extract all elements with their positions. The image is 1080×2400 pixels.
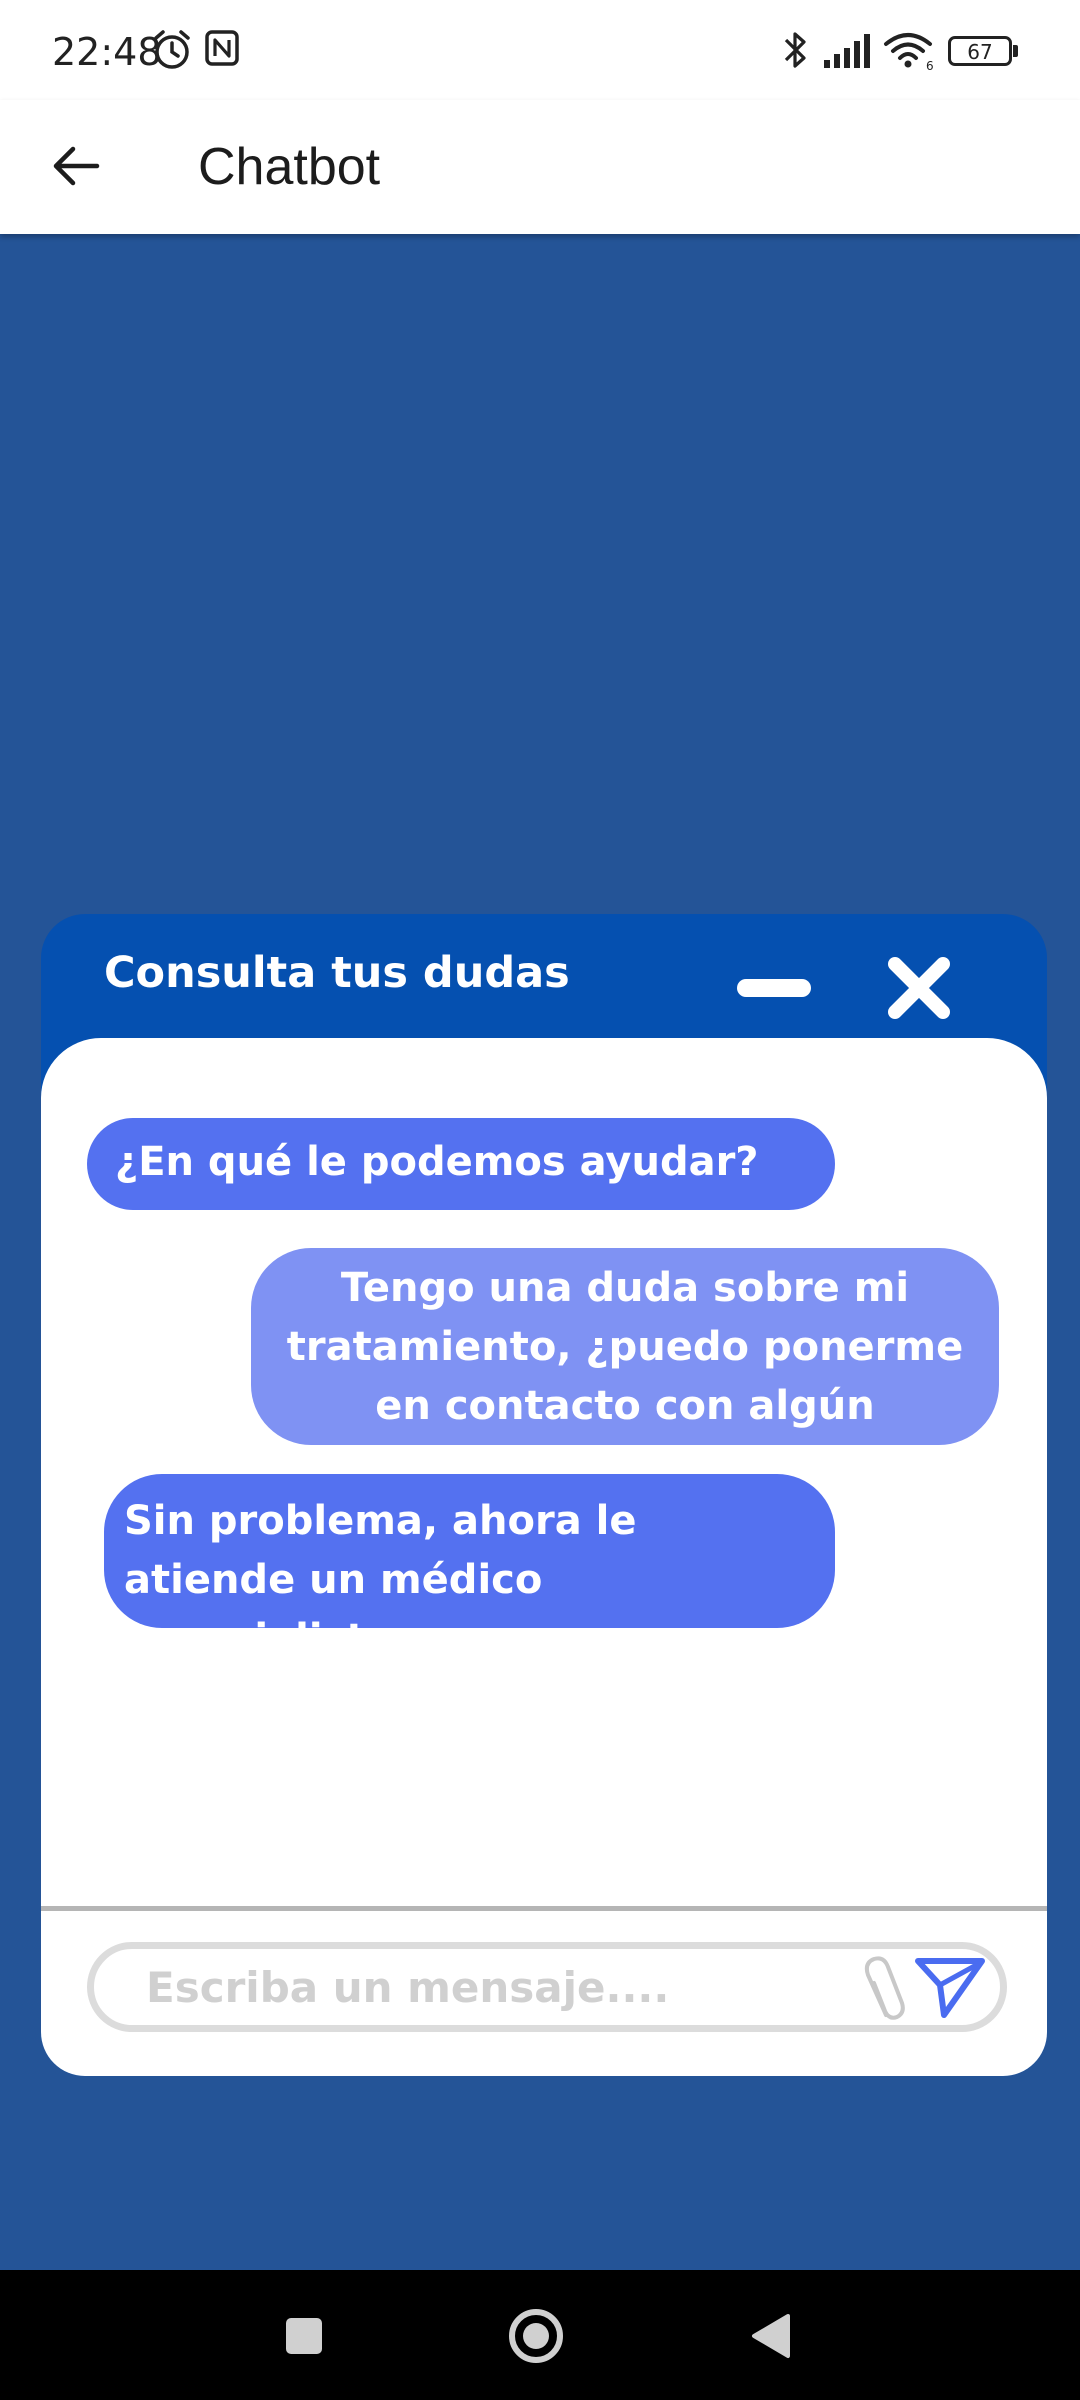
alarm-icon [154,30,190,69]
status-time: 22:48 [52,30,162,74]
app-bar: Chatbot [0,100,1080,234]
send-icon [915,1958,985,2018]
minimize-button[interactable] [726,966,822,1010]
system-nav-bar [0,2270,1080,2400]
battery-level: 67 [967,40,993,64]
chat-widget: Consulta tus dudas ¿En qué le podemos ay… [41,914,1047,2076]
battery-tip [1013,45,1018,57]
send-button[interactable] [914,1955,986,2021]
triangle-back-icon [752,2314,790,2358]
battery-icon: 67 [948,36,1012,66]
square-recents-icon [286,2318,322,2354]
wifi-icon: 6 [884,33,934,72]
divider [41,1906,1047,1911]
close-icon [888,957,950,1019]
paperclip-icon [864,1956,905,2020]
arrow-left-icon [53,146,100,186]
circle-home-icon [509,2309,563,2363]
user-message: Tengo una duda sobre mi tratamiento, ¿pu… [251,1248,999,1488]
message-input-container [87,1942,1007,2032]
nfc-icon [205,30,239,66]
home-button[interactable] [502,2302,570,2370]
close-button[interactable] [879,948,959,1028]
recents-button[interactable] [270,2302,338,2370]
back-button[interactable] [40,130,112,202]
nav-back-button[interactable] [736,2302,804,2370]
status-bar: 22:48 6 67 [0,0,1080,100]
minimize-icon [737,979,811,997]
signal-icon [824,34,870,68]
bot-message: ¿En qué le podemos ayudar? [87,1118,835,1210]
page-title: Chatbot [198,138,381,196]
chat-body: ¿En qué le podemos ayudar? Tengo una dud… [41,1038,1047,2076]
bluetooth-icon [784,32,806,68]
message-input[interactable] [146,1959,806,2015]
bot-message: Sin problema, ahora le atiende un médico… [104,1474,835,1662]
svg-text:6: 6 [926,59,934,72]
attach-button[interactable] [856,1953,906,2025]
content-area: Consulta tus dudas ¿En qué le podemos ay… [0,234,1080,2270]
chat-header-title: Consulta tus dudas [104,948,570,998]
